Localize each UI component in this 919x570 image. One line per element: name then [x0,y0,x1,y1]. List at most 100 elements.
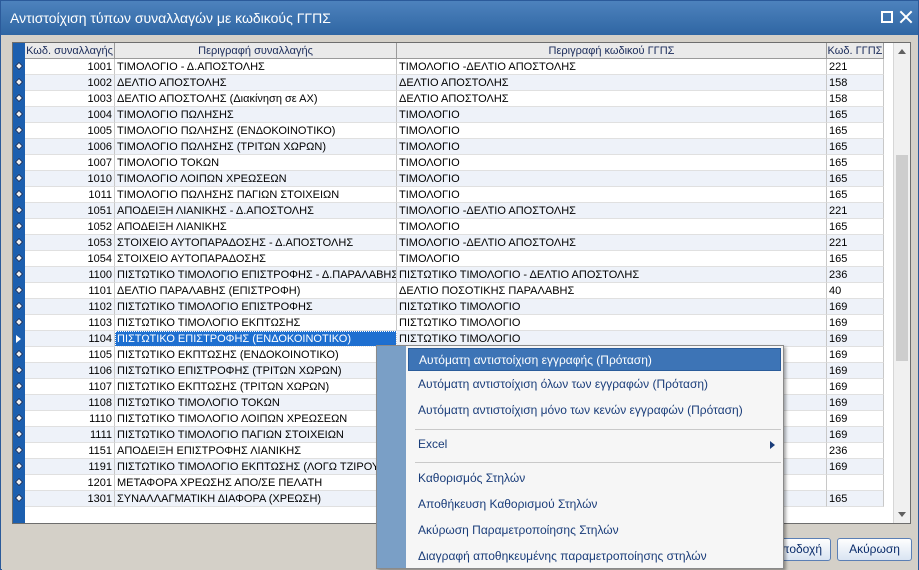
cell-transaction-description[interactable]: ΠΙΣΤΩΤΙΚΟ ΕΠΙΣΤΡΟΦΗΣ (ΕΝΔΟΚΟΙΝΟΤΙΚΟ) [115,331,397,347]
cell-transaction-code[interactable]: 1151 [25,443,115,459]
scroll-up-icon[interactable] [894,43,910,60]
header-transaction-code[interactable]: Κωδ. συναλλαγής [25,43,115,59]
row-marker-icon[interactable] [13,235,25,251]
cell-ggps-code[interactable]: 169 [827,411,884,427]
cell-ggps-code[interactable]: 221 [827,203,884,219]
cell-transaction-code[interactable]: 1002 [25,75,115,91]
row-marker-icon[interactable] [13,315,25,331]
cell-transaction-code[interactable]: 1007 [25,155,115,171]
cell-transaction-code[interactable]: 1108 [25,395,115,411]
cell-transaction-description[interactable]: ΠΙΣΤΩΤΙΚΟ ΤΙΜΟΛΟΓΙΟ ΕΚΠΤΩΣΗΣ [115,315,397,331]
table-row[interactable]: 1001 ΤΙΜΟΛΟΓΙΟ - Δ.ΑΠΟΣΤΟΛΗΣ ΤΙΜΟΛΟΓΙΟ -ΔΕ… [13,59,893,75]
cell-transaction-description[interactable]: ΠΙΣΤΩΤΙΚΟ ΕΚΠΤΩΣΗΣ (ΤΡΙΤΩΝ ΧΩΡΩΝ) [115,379,397,395]
table-row[interactable]: 1006 ΤΙΜΟΛΟΓΙΟ ΠΩΛΗΣΗΣ (ΤΡΙΤΩΝ ΧΩΡΩΝ) ΤΙΜΟ… [13,139,893,155]
cell-ggps-description[interactable]: ΤΙΜΟΛΟΓΙΟ [397,251,827,267]
row-marker-icon[interactable] [13,91,25,107]
table-row[interactable]: 1005 ΤΙΜΟΛΟΓΙΟ ΠΩΛΗΣΗΣ (ΕΝΔΟΚΟΙΝΟΤΙΚΟ) ΤΙΜ… [13,123,893,139]
cell-ggps-code[interactable]: 169 [827,299,884,315]
cell-transaction-description[interactable]: ΤΙΜΟΛΟΓΙΟ ΠΩΛΗΣΗΣ ΠΑΓΙΩΝ ΣΤΟΙΧΕΙΩΝ [115,187,397,203]
menu-item-auto-map-all[interactable]: Αυτόματη αντιστοίχιση όλων των εγγραφών … [408,373,781,396]
menu-item-auto-map-empty[interactable]: Αυτόματη αντιστοίχιση μόνο των κενών εγγ… [408,399,781,422]
cell-transaction-code[interactable]: 1100 [25,267,115,283]
cell-ggps-code[interactable]: 165 [827,219,884,235]
row-marker-icon[interactable] [13,187,25,203]
cell-transaction-code[interactable]: 1191 [25,459,115,475]
cell-ggps-code[interactable]: 165 [827,123,884,139]
table-row[interactable]: 1102 ΠΙΣΤΩΤΙΚΟ ΤΙΜΟΛΟΓΙΟ ΕΠΙΣΤΡΟΦΗΣ ΠΙΣΤΩΤ… [13,299,893,315]
menu-item-reset-columns[interactable]: Ακύρωση Παραμετροποίησης Στηλών [408,519,781,542]
scroll-down-icon[interactable] [894,506,910,523]
cell-transaction-code[interactable]: 1003 [25,91,115,107]
cell-ggps-code[interactable]: 165 [827,251,884,267]
scrollbar-thumb[interactable] [896,155,908,361]
cell-transaction-description[interactable]: ΣΤΟΙΧΕΙΟ ΑΥΤΟΠΑΡΑΔΟΣΗΣ [115,251,397,267]
cell-ggps-description[interactable]: ΔΕΛΤΙΟ ΑΠΟΣΤΟΛΗΣ [397,91,827,107]
cell-ggps-code[interactable]: 169 [827,347,884,363]
cell-transaction-code[interactable]: 1111 [25,427,115,443]
cell-ggps-code[interactable]: 169 [827,427,884,443]
cell-transaction-code[interactable]: 1107 [25,379,115,395]
row-marker-icon[interactable] [13,379,25,395]
table-row[interactable]: 1100 ΠΙΣΤΩΤΙΚΟ ΤΙΜΟΛΟΓΙΟ ΕΠΙΣΤΡΟΦΗΣ - Δ.Π… [13,267,893,283]
cell-ggps-code[interactable]: 165 [827,491,884,507]
cell-transaction-description[interactable]: ΜΕΤΑΦΟΡΑ ΧΡΕΩΣΗΣ ΑΠΟ/ΣΕ ΠΕΛΑΤΗ [115,475,397,491]
cell-transaction-code[interactable]: 1103 [25,315,115,331]
cell-transaction-code[interactable]: 1104 [25,331,115,347]
cell-transaction-code[interactable]: 1006 [25,139,115,155]
cell-ggps-code[interactable] [827,475,884,491]
header-ggps-description[interactable]: Περιγραφή κωδικού ΓΓΠΣ [397,43,827,59]
cell-ggps-description[interactable]: ΠΙΣΤΩΤΙΚΟ ΤΙΜΟΛΟΓΙΟ [397,299,827,315]
cell-transaction-description[interactable]: ΤΙΜΟΛΟΓΙΟ ΠΩΛΗΣΗΣ (ΤΡΙΤΩΝ ΧΩΡΩΝ) [115,139,397,155]
cell-ggps-code[interactable]: 165 [827,139,884,155]
row-marker-icon[interactable] [13,171,25,187]
row-marker-icon[interactable] [13,219,25,235]
cell-transaction-code[interactable]: 1101 [25,283,115,299]
cell-transaction-description[interactable]: ΔΕΛΤΙΟ ΑΠΟΣΤΟΛΗΣ (Διακίνηση σε ΑΧ) [115,91,397,107]
cell-transaction-code[interactable]: 1105 [25,347,115,363]
cell-transaction-code[interactable]: 1053 [25,235,115,251]
close-icon[interactable] [899,10,913,24]
cell-transaction-code[interactable]: 1201 [25,475,115,491]
table-row[interactable]: 1011 ΤΙΜΟΛΟΓΙΟ ΠΩΛΗΣΗΣ ΠΑΓΙΩΝ ΣΤΟΙΧΕΙΩΝ ΤΙ… [13,187,893,203]
cell-transaction-description[interactable]: ΑΠΟΔΕΙΞΗ ΛΙΑΝΙΚΗΣ - Δ.ΑΠΟΣΤΟΛΗΣ [115,203,397,219]
cell-transaction-description[interactable]: ΣΤΟΙΧΕΙΟ ΑΥΤΟΠΑΡΑΔΟΣΗΣ - Δ.ΑΠΟΣΤΟΛΗΣ [115,235,397,251]
cell-ggps-description[interactable]: ΤΙΜΟΛΟΓΙΟ [397,123,827,139]
row-marker-icon[interactable] [13,155,25,171]
cell-transaction-description[interactable]: ΑΠΟΔΕΙΞΗ ΕΠΙΣΤΡΟΦΗΣ ΛΙΑΝΙΚΗΣ [115,443,397,459]
cell-ggps-code[interactable]: 165 [827,107,884,123]
cell-ggps-code[interactable]: 221 [827,59,884,75]
cell-ggps-description[interactable]: ΤΙΜΟΛΟΓΙΟ -ΔΕΛΤΙΟ ΑΠΟΣΤΟΛΗΣ [397,59,827,75]
table-row[interactable]: 1002 ΔΕΛΤΙΟ ΑΠΟΣΤΟΛΗΣ ΔΕΛΤΙΟ ΑΠΟΣΤΟΛΗΣ 158 [13,75,893,91]
cell-transaction-description[interactable]: ΠΙΣΤΩΤΙΚΟ ΤΙΜΟΛΟΓΙΟ ΕΠΙΣΤΡΟΦΗΣ [115,299,397,315]
cell-ggps-description[interactable]: ΠΙΣΤΩΤΙΚΟ ΤΙΜΟΛΟΓΙΟ - ΔΕΛΤΙΟ ΑΠΟΣΤΟΛΗΣ [397,267,827,283]
row-marker-icon[interactable] [13,75,25,91]
cell-ggps-code[interactable]: 169 [827,363,884,379]
cell-transaction-code[interactable]: 1011 [25,187,115,203]
cell-ggps-code[interactable]: 236 [827,443,884,459]
cell-transaction-description[interactable]: ΠΙΣΤΩΤΙΚΟ ΕΠΙΣΤΡΟΦΗΣ (ΤΡΙΤΩΝ ΧΩΡΩΝ) [115,363,397,379]
cell-ggps-code[interactable]: 221 [827,235,884,251]
cell-ggps-description[interactable]: ΤΙΜΟΛΟΓΙΟ [397,107,827,123]
row-marker-icon[interactable] [13,443,25,459]
cell-ggps-description[interactable]: ΤΙΜΟΛΟΓΙΟ -ΔΕΛΤΙΟ ΑΠΟΣΤΟΛΗΣ [397,235,827,251]
cell-ggps-description[interactable]: ΠΙΣΤΩΤΙΚΟ ΤΙΜΟΛΟΓΙΟ [397,315,827,331]
cell-ggps-code[interactable]: 165 [827,187,884,203]
cell-transaction-description[interactable]: ΔΕΛΤΙΟ ΠΑΡΑΛΑΒΗΣ (ΕΠΙΣΤΡΟΦΗ) [115,283,397,299]
cell-transaction-description[interactable]: ΑΠΟΔΕΙΞΗ ΛΙΑΝΙΚΗΣ [115,219,397,235]
cell-transaction-code[interactable]: 1054 [25,251,115,267]
cell-transaction-code[interactable]: 1052 [25,219,115,235]
cell-ggps-code[interactable]: 40 [827,283,884,299]
cell-transaction-description[interactable]: ΤΙΜΟΛΟΓΙΟ ΛΟΙΠΩΝ ΧΡΕΩΣΕΩΝ [115,171,397,187]
cell-ggps-code[interactable]: 169 [827,395,884,411]
vertical-scrollbar[interactable] [893,43,910,523]
menu-item-excel[interactable]: Excel [408,433,781,456]
row-marker-icon[interactable] [13,283,25,299]
cell-transaction-description[interactable]: ΤΙΜΟΛΟΓΙΟ - Δ.ΑΠΟΣΤΟΛΗΣ [115,59,397,75]
row-marker-icon[interactable] [13,251,25,267]
maximize-icon[interactable] [881,11,893,23]
table-row[interactable]: 1010 ΤΙΜΟΛΟΓΙΟ ΛΟΙΠΩΝ ΧΡΕΩΣΕΩΝ ΤΙΜΟΛΟΓΙΟ 16… [13,171,893,187]
cell-transaction-description[interactable]: ΠΙΣΤΩΤΙΚΟ ΤΙΜΟΛΟΓΙΟ ΕΚΠΤΩΣΗΣ (ΛΟΓΩ ΤΖΙΡΟ… [115,459,397,475]
cell-transaction-description[interactable]: ΠΙΣΤΩΤΙΚΟ ΤΙΜΟΛΟΓΙΟ ΕΠΙΣΤΡΟΦΗΣ - Δ.ΠΑΡΑΛ… [115,267,397,283]
row-marker-icon[interactable] [13,123,25,139]
cell-ggps-code[interactable]: 158 [827,75,884,91]
